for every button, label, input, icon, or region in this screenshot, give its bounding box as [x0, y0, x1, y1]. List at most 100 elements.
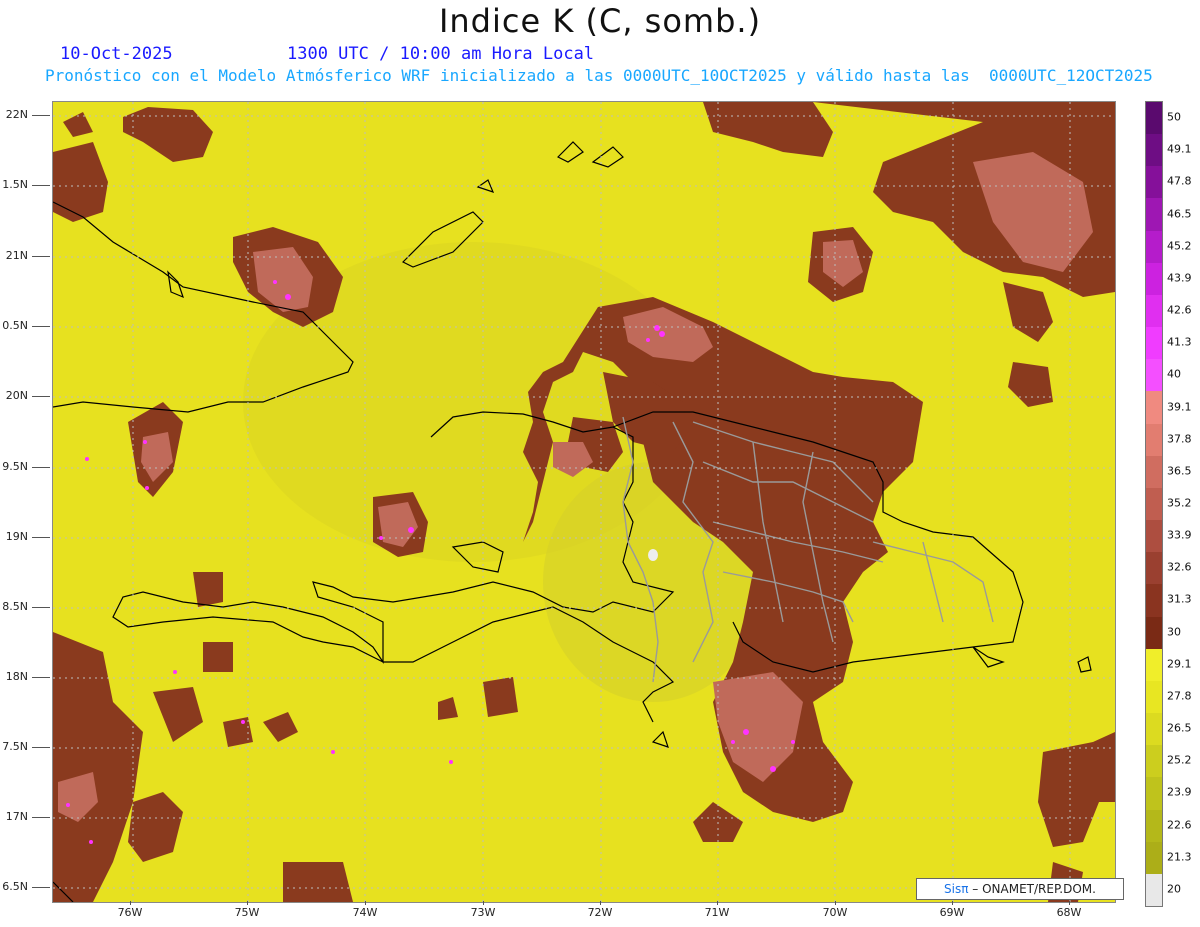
colorbar-segment — [1146, 777, 1162, 811]
forecast-time: 1300 UTC / 10:00 am Hora Local — [287, 44, 595, 64]
colorbar-label: 47.8 — [1167, 174, 1192, 188]
lon-tick — [717, 901, 718, 905]
lon-label: 70W — [822, 906, 848, 919]
colorbar-label: 29.1 — [1167, 657, 1192, 671]
sis-logo-text: Sisπ — [944, 882, 969, 896]
forecast-date: 10-Oct-2025 — [60, 44, 173, 64]
lat-label: 18N — [5, 670, 28, 683]
colorbar-label: 33.9 — [1167, 528, 1192, 542]
lat-tick — [32, 677, 50, 678]
colorbar-segment — [1146, 134, 1162, 167]
colorbar-segment — [1146, 455, 1162, 489]
map-panel[interactable] — [52, 101, 1116, 903]
map-title: Indice K (C, somb.) — [438, 2, 762, 40]
lat-tick — [32, 396, 50, 397]
colorbar-segment — [1146, 841, 1162, 875]
colorbar-label: 22.6 — [1167, 818, 1192, 832]
k-index-map — [53, 102, 1115, 902]
colorbar-label: 26.5 — [1167, 721, 1192, 735]
colorbar-label: 23.9 — [1167, 785, 1192, 799]
forecast-description: Pronóstico con el Modelo Atmósferico WRF… — [45, 66, 1153, 85]
lat-tick — [32, 747, 50, 748]
lat-label: 21N — [5, 249, 28, 262]
lon-label: 76W — [117, 906, 143, 919]
lat-tick — [32, 185, 50, 186]
lat-label: 17N — [5, 810, 28, 823]
lon-tick — [130, 901, 131, 905]
colorbar-segment — [1146, 391, 1162, 425]
credit-text: – ONAMET/REP.DOM. — [972, 882, 1096, 896]
colorbar-segment — [1146, 713, 1162, 746]
lon-tick — [483, 901, 484, 905]
colorbar-label: 41.3 — [1167, 335, 1192, 349]
credit-box: Sisπ – ONAMET/REP.DOM. — [916, 878, 1124, 900]
colorbar-label: 37.8 — [1167, 432, 1192, 446]
lon-tick — [835, 901, 836, 905]
colorbar-label: 36.5 — [1167, 464, 1192, 478]
lon-tick — [600, 901, 601, 905]
colorbar-label: 50 — [1167, 110, 1181, 124]
lat-tick — [32, 607, 50, 608]
colorbar-label: 49.1 — [1167, 142, 1192, 156]
lat-label: 1.5N — [2, 178, 28, 191]
lat-tick — [32, 115, 50, 116]
lat-label: 22N — [5, 108, 28, 121]
lon-tick — [365, 901, 366, 905]
colorbar-segment — [1146, 359, 1162, 392]
lat-tick — [32, 887, 50, 888]
colorbar-label: 43.9 — [1167, 271, 1192, 285]
colorbar-label: 30 — [1167, 625, 1181, 639]
lat-label: 8.5N — [2, 600, 28, 613]
colorbar-label: 32.6 — [1167, 560, 1192, 574]
lat-tick — [32, 467, 50, 468]
colorbar-segment — [1146, 520, 1162, 553]
lat-label: 6.5N — [2, 880, 28, 893]
lon-label: 74W — [352, 906, 378, 919]
lat-label: 9.5N — [2, 460, 28, 473]
lon-label: 68W — [1056, 906, 1082, 919]
lat-label: 0.5N — [2, 319, 28, 332]
colorbar-segment — [1146, 166, 1162, 199]
lon-tick — [952, 901, 953, 905]
colorbar-segment — [1146, 680, 1162, 714]
lat-label: 7.5N — [2, 740, 28, 753]
lat-tick — [32, 256, 50, 257]
lon-label: 73W — [470, 906, 496, 919]
colorbar-segment — [1146, 423, 1162, 457]
colorbar-segment — [1146, 809, 1162, 843]
colorbar-segment — [1146, 584, 1162, 618]
colorbar-segment — [1146, 648, 1162, 682]
lat-label: 19N — [5, 530, 28, 543]
low-k-spot — [648, 549, 658, 561]
colorbar-segment — [1146, 487, 1162, 521]
colorbar-segment — [1146, 230, 1162, 264]
colorbar-label: 40 — [1167, 367, 1181, 381]
lon-tick — [247, 901, 248, 905]
colorbar-label: 45.2 — [1167, 239, 1192, 253]
colorbar-label: 31.3 — [1167, 592, 1192, 606]
lat-tick — [32, 537, 50, 538]
colorbar-segment — [1146, 102, 1162, 135]
colorbar — [1145, 101, 1163, 907]
lon-label: 71W — [704, 906, 730, 919]
colorbar-segment — [1146, 552, 1162, 585]
colorbar-segment — [1146, 262, 1162, 296]
colorbar-label: 21.3 — [1167, 850, 1192, 864]
colorbar-segment — [1146, 873, 1162, 907]
colorbar-segment — [1146, 616, 1162, 650]
lat-tick — [32, 817, 50, 818]
colorbar-label: 46.5 — [1167, 207, 1192, 221]
lat-tick — [32, 326, 50, 327]
lon-label: 72W — [587, 906, 613, 919]
colorbar-segment — [1146, 294, 1162, 328]
colorbar-label: 25.2 — [1167, 753, 1192, 767]
lon-tick — [1069, 901, 1070, 905]
lon-label: 75W — [234, 906, 260, 919]
colorbar-label: 20 — [1167, 882, 1181, 896]
colorbar-label: 35.2 — [1167, 496, 1192, 510]
colorbar-label: 42.6 — [1167, 303, 1192, 317]
colorbar-segment — [1146, 198, 1162, 232]
lat-label: 20N — [5, 389, 28, 402]
colorbar-segment — [1146, 745, 1162, 778]
colorbar-segment — [1146, 327, 1162, 360]
